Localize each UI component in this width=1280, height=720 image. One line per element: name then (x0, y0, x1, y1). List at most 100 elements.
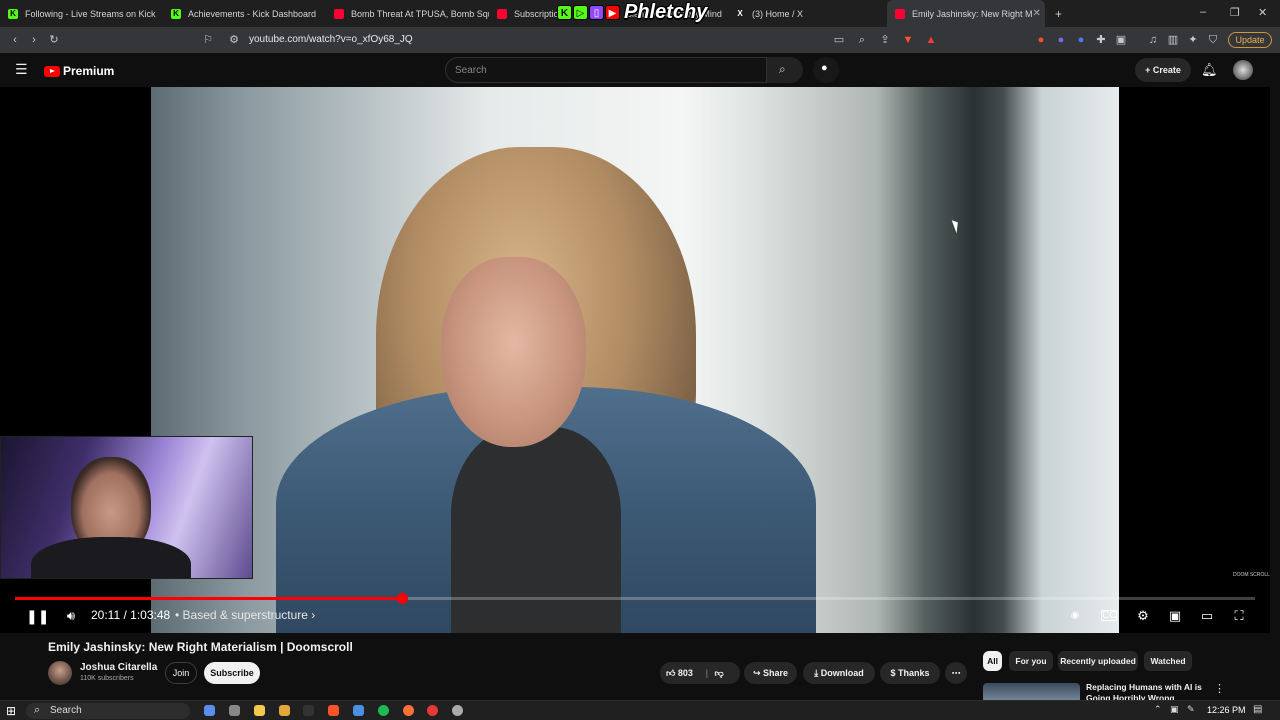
leo-ai-icon[interactable]: ✦ (1186, 33, 1200, 47)
app-icon[interactable] (452, 705, 463, 716)
update-button[interactable]: Update (1228, 32, 1272, 48)
dislike-button[interactable]: 👎︎ (715, 668, 724, 678)
browser-tab[interactable]: X (3) Home / X (727, 0, 887, 27)
create-button[interactable]: + Create (1135, 58, 1191, 82)
autoplay-toggle-icon[interactable]: ◉ (1066, 608, 1084, 624)
progress-scrubber[interactable] (396, 593, 408, 604)
tray-chevron-icon[interactable]: ⌃ (1154, 704, 1162, 715)
x-icon: X (737, 8, 743, 18)
more-vertical-icon[interactable]: ⋮ (1214, 682, 1225, 695)
chapter-title[interactable]: • Based & superstructure › (175, 608, 315, 622)
pause-icon[interactable]: ❚❚ (26, 608, 49, 624)
brave-browser-icon[interactable] (328, 705, 339, 716)
extensions-puzzle-icon[interactable]: ✚ (1094, 33, 1108, 47)
join-button[interactable]: Join (165, 662, 197, 684)
theater-mode-icon[interactable]: ▭ (1198, 608, 1216, 624)
account-avatar[interactable] (1233, 60, 1253, 80)
subscribe-button[interactable]: Subscribe (204, 662, 260, 684)
streamer-webcam (0, 436, 253, 579)
browser-tab[interactable]: Bomb Threat At TPUSA, Bomb Squad (326, 0, 489, 27)
cast-icon[interactable]: ▭ (832, 33, 846, 47)
forward-icon[interactable]: › (27, 33, 41, 47)
extension-icon[interactable]: ● (1054, 33, 1068, 47)
tray-app-icon[interactable]: ✎ (1187, 704, 1195, 715)
share-arrow-icon: ↪ (752, 668, 764, 678)
more-actions-button[interactable]: ⋯ (945, 662, 967, 684)
logo-text: Premium (63, 64, 115, 78)
filter-chip-watched[interactable]: Watched (1144, 651, 1192, 671)
search-icon: ⌕ (779, 62, 786, 76)
new-tab-icon[interactable]: + (1055, 7, 1062, 21)
more-horizontal-icon: ⋯ (951, 668, 961, 678)
filter-chip-all[interactable]: All (983, 651, 1002, 671)
browser-tab[interactable]: K Following - Live Streams on Kick (0, 0, 163, 27)
browser-tab[interactable]: K Achievements - Kick Dashboard (163, 0, 326, 27)
terminal-icon[interactable] (303, 705, 314, 716)
notification-center-icon[interactable]: ▤ (1253, 704, 1262, 715)
search-icon: ⌕ (34, 704, 41, 716)
vpn-icon[interactable]: ⛉ (1206, 33, 1220, 47)
copilot-icon[interactable] (204, 705, 215, 716)
taskbar-search[interactable]: ⌕ Search (26, 703, 190, 719)
music-icon[interactable]: ♫ (1146, 33, 1160, 47)
twitch-logo-icon: ▯ (589, 4, 604, 20)
channel-name[interactable]: Joshua Citarella (80, 662, 157, 673)
fullscreen-icon[interactable]: ⛶ (1230, 608, 1248, 624)
reload-icon[interactable]: ↻ (47, 33, 61, 47)
system-clock[interactable]: 12:26 PM (1207, 705, 1246, 715)
captions-icon[interactable]: CC (1101, 610, 1117, 621)
zoom-icon[interactable]: ⌕ (855, 33, 869, 47)
file-explorer-icon[interactable] (254, 705, 265, 716)
search-input[interactable]: Search (445, 57, 767, 83)
volume-icon[interactable]: 🔊︎ (62, 608, 80, 624)
stream-overlay-logo: K ▷ ▯ ▶ Phletchy (557, 0, 707, 24)
address-bar[interactable]: youtube.com/watch?v=o_xfOy68_JQ (249, 34, 413, 45)
filter-chip-recently-uploaded[interactable]: Recently uploaded (1058, 651, 1138, 671)
window-close-icon[interactable]: ✕ (1258, 6, 1267, 19)
close-tab-icon[interactable]: ✕ (1033, 8, 1041, 19)
brave-rewards-icon[interactable]: ▲ (924, 33, 938, 47)
miniplayer-icon[interactable]: ▣ (1166, 608, 1184, 624)
restore-icon[interactable]: ❐ (1230, 6, 1240, 19)
brave-shield-icon[interactable]: ▼ (901, 33, 915, 47)
streamer-name: Phletchy (624, 0, 708, 23)
folder-icon[interactable] (279, 705, 290, 716)
wallet-icon[interactable]: ▣ (1114, 33, 1128, 47)
download-button[interactable]: ⤓ Download (803, 662, 875, 684)
youtube-icon (497, 8, 507, 19)
obs-icon[interactable] (427, 705, 438, 716)
super-thanks-icon: $ (890, 668, 898, 678)
kick-logo-icon: K (557, 4, 572, 20)
thanks-button[interactable]: $ Thanks (880, 662, 940, 684)
search-button[interactable]: ⌕ (767, 57, 803, 83)
site-info-icon[interactable]: ⚙ (227, 33, 241, 47)
bookmark-icon[interactable]: ⚐ (201, 33, 215, 47)
browser-tab-active[interactable]: Emily Jashinsky: New Right M ✕ (887, 0, 1045, 27)
youtube-logo[interactable]: Premium (44, 64, 114, 78)
tray-app-icon[interactable]: ▣ (1170, 704, 1179, 715)
share-button[interactable]: ↪ Share (744, 662, 797, 684)
webcam-person-body (31, 537, 191, 578)
filter-chip-for-you[interactable]: For you (1009, 651, 1053, 671)
sidebar-icon[interactable]: ▥ (1166, 33, 1180, 47)
thumbs-down-icon: 👎︎ (714, 668, 724, 678)
channel-watermark: DOOM SCROLL (1233, 572, 1270, 578)
steam-icon[interactable] (353, 705, 364, 716)
like-button[interactable]: 👍︎ 803 (666, 668, 693, 678)
windows-start-icon[interactable]: ⊞ (6, 704, 16, 718)
notifications-bell-icon[interactable]: 🔔︎ (1201, 62, 1218, 78)
extension-icon[interactable]: ● (1034, 33, 1048, 47)
firefox-icon[interactable] (403, 705, 414, 716)
minimize-icon[interactable]: – (1200, 6, 1206, 18)
divider: | (705, 668, 708, 678)
channel-avatar[interactable] (48, 661, 72, 685)
kick-icon: K (8, 8, 18, 19)
spotify-icon[interactable] (378, 705, 389, 716)
voice-search-button[interactable]: ● (813, 57, 839, 83)
extension-icon[interactable]: ● (1074, 33, 1088, 47)
task-view-icon[interactable] (229, 705, 240, 716)
settings-gear-icon[interactable]: ⚙ (1134, 608, 1152, 624)
back-icon[interactable]: ‹ (8, 33, 22, 47)
share-icon[interactable]: ⇪ (878, 33, 892, 47)
menu-icon[interactable]: ☰ (15, 61, 28, 78)
